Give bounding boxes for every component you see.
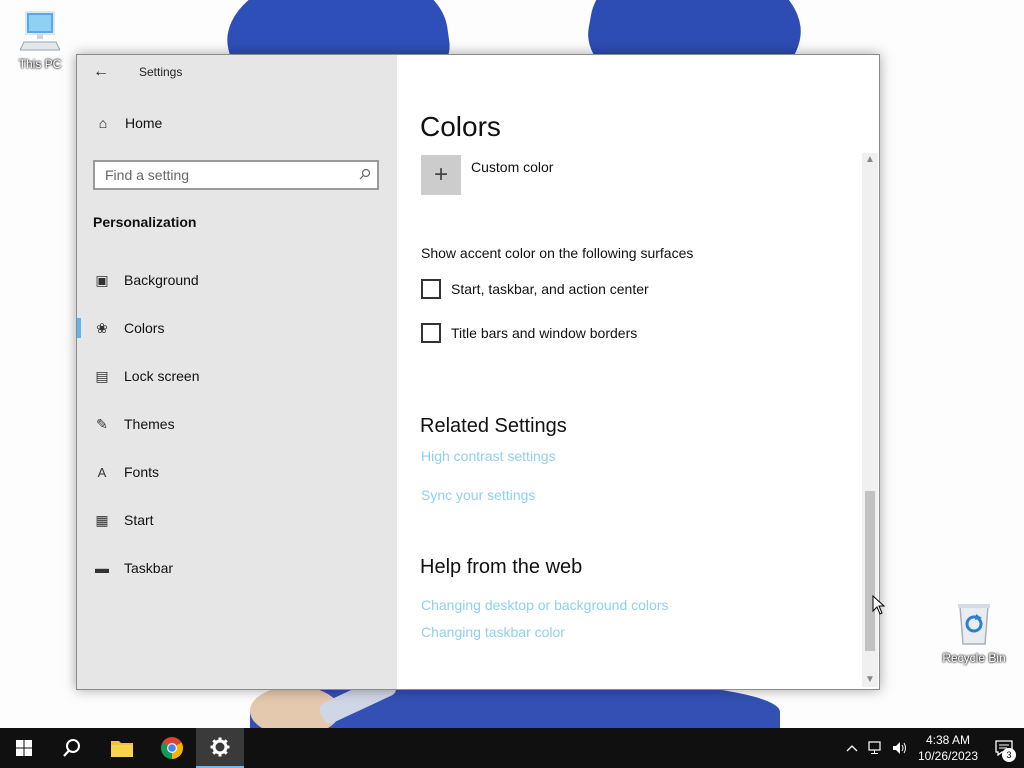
- checkbox-label: Start, taskbar, and action center: [451, 281, 649, 297]
- taskbar-file-explorer[interactable]: [98, 728, 146, 768]
- search-icon: [63, 739, 80, 757]
- network-icon[interactable]: [864, 741, 888, 755]
- link-changing-taskbar-color[interactable]: Changing taskbar color: [421, 624, 565, 640]
- clock-time: 4:38 AM: [925, 733, 971, 747]
- fonts-icon: A: [97, 464, 107, 480]
- nav-item-colors[interactable]: ❀ Colors: [77, 304, 397, 352]
- chrome-icon: [161, 737, 183, 759]
- custom-color-label: Custom color: [471, 159, 554, 175]
- nav-item-background[interactable]: ▣ Background: [77, 256, 397, 304]
- surfaces-label: Show accent color on the following surfa…: [421, 245, 694, 261]
- page-title: Colors: [420, 111, 501, 142]
- link-sync-settings[interactable]: Sync your settings: [421, 487, 535, 503]
- volume-icon[interactable]: [888, 741, 912, 755]
- clock-date: 10/26/2023: [917, 749, 979, 763]
- nav-item-label: Background: [124, 272, 199, 288]
- nav-item-label: Taskbar: [124, 560, 174, 576]
- taskbar-icon: ▬: [95, 560, 109, 576]
- themes-icon: ✎: [96, 415, 108, 432]
- nav-item-label: Themes: [124, 416, 175, 432]
- desktop-icon-label: This PC: [18, 57, 62, 71]
- chevron-up-icon[interactable]: [840, 744, 864, 752]
- taskbar-search-button[interactable]: [48, 728, 96, 768]
- taskbar-settings[interactable]: [196, 728, 244, 768]
- checkbox-box[interactable]: [421, 279, 441, 299]
- plus-icon: +: [421, 155, 461, 195]
- checkbox-title-bars[interactable]: Title bars and window borders: [421, 323, 637, 343]
- back-button[interactable]: ←: [77, 55, 125, 89]
- start-icon: ▦: [95, 511, 109, 528]
- nav-section-heading: Personalization: [93, 214, 197, 230]
- scroll-up-icon[interactable]: ▲: [862, 153, 878, 167]
- nav-home-label: Home: [125, 115, 163, 131]
- start-button[interactable]: [0, 728, 48, 768]
- nav-item-label: Colors: [124, 320, 165, 336]
- gear-icon: [210, 737, 230, 757]
- picture-icon: ▣: [95, 271, 109, 288]
- back-arrow-icon: ←: [93, 63, 109, 80]
- folder-icon: [111, 741, 133, 757]
- checkbox-box[interactable]: [421, 323, 441, 343]
- lock-screen-icon: ▤: [95, 367, 109, 384]
- settings-window: ← Settings ⌂ Home Personalization ▣ Back…: [76, 54, 880, 690]
- computer-icon: [19, 11, 61, 51]
- nav-item-label: Fonts: [124, 464, 160, 480]
- link-changing-desktop-colors[interactable]: Changing desktop or background colors: [421, 597, 669, 613]
- link-high-contrast[interactable]: High contrast settings: [421, 448, 556, 464]
- system-tray: 4:38 AM 10/26/2023 3: [840, 728, 1024, 768]
- window-title: Settings: [139, 65, 183, 79]
- taskbar: 4:38 AM 10/26/2023 3: [0, 728, 1024, 768]
- titlebar: ← Settings: [77, 55, 397, 89]
- action-center-button[interactable]: 3: [984, 728, 1024, 768]
- notification-count-badge: 3: [1002, 748, 1016, 762]
- windows-logo-icon: [16, 740, 32, 756]
- recycle-bin-icon: [958, 604, 990, 645]
- related-settings-heading: Related Settings: [420, 415, 567, 437]
- nav-item-taskbar[interactable]: ▬ Taskbar: [77, 544, 397, 592]
- desktop-icon-this-pc[interactable]: This PC: [8, 10, 72, 71]
- nav-list: ▣ Background ❀ Colors ▤ Lock screen ✎ Th…: [77, 256, 397, 592]
- custom-color-button[interactable]: + Custom color: [421, 155, 553, 195]
- nav-item-themes[interactable]: ✎ Themes: [77, 400, 397, 448]
- search-box: [93, 160, 379, 190]
- home-icon: ⌂: [98, 115, 108, 131]
- desktop-icon-recycle-bin[interactable]: Recycle Bin: [942, 602, 1006, 665]
- settings-nav-pane: ← Settings ⌂ Home Personalization ▣ Back…: [77, 55, 397, 689]
- search-icon[interactable]: [353, 168, 377, 183]
- scroll-thumb[interactable]: [865, 491, 875, 651]
- taskbar-clock[interactable]: 4:38 AM 10/26/2023: [912, 732, 984, 764]
- checkbox-label: Title bars and window borders: [451, 325, 638, 341]
- nav-item-lock-screen[interactable]: ▤ Lock screen: [77, 352, 397, 400]
- nav-item-start[interactable]: ▦ Start: [77, 496, 397, 544]
- nav-item-label: Start: [124, 512, 154, 528]
- nav-item-fonts[interactable]: A Fonts: [77, 448, 397, 496]
- checkbox-start-taskbar[interactable]: Start, taskbar, and action center: [421, 279, 649, 299]
- nav-home[interactable]: ⌂ Home: [93, 115, 163, 131]
- nav-item-label: Lock screen: [124, 368, 200, 384]
- search-input[interactable]: [95, 163, 353, 187]
- settings-content: Colors + Custom color Show accent color …: [397, 55, 879, 689]
- palette-icon: ❀: [96, 319, 108, 336]
- taskbar-chrome[interactable]: [148, 728, 196, 768]
- help-heading: Help from the web: [420, 556, 583, 578]
- desktop-icon-label: Recycle Bin: [942, 651, 1006, 665]
- scroll-down-icon[interactable]: ▼: [862, 673, 878, 687]
